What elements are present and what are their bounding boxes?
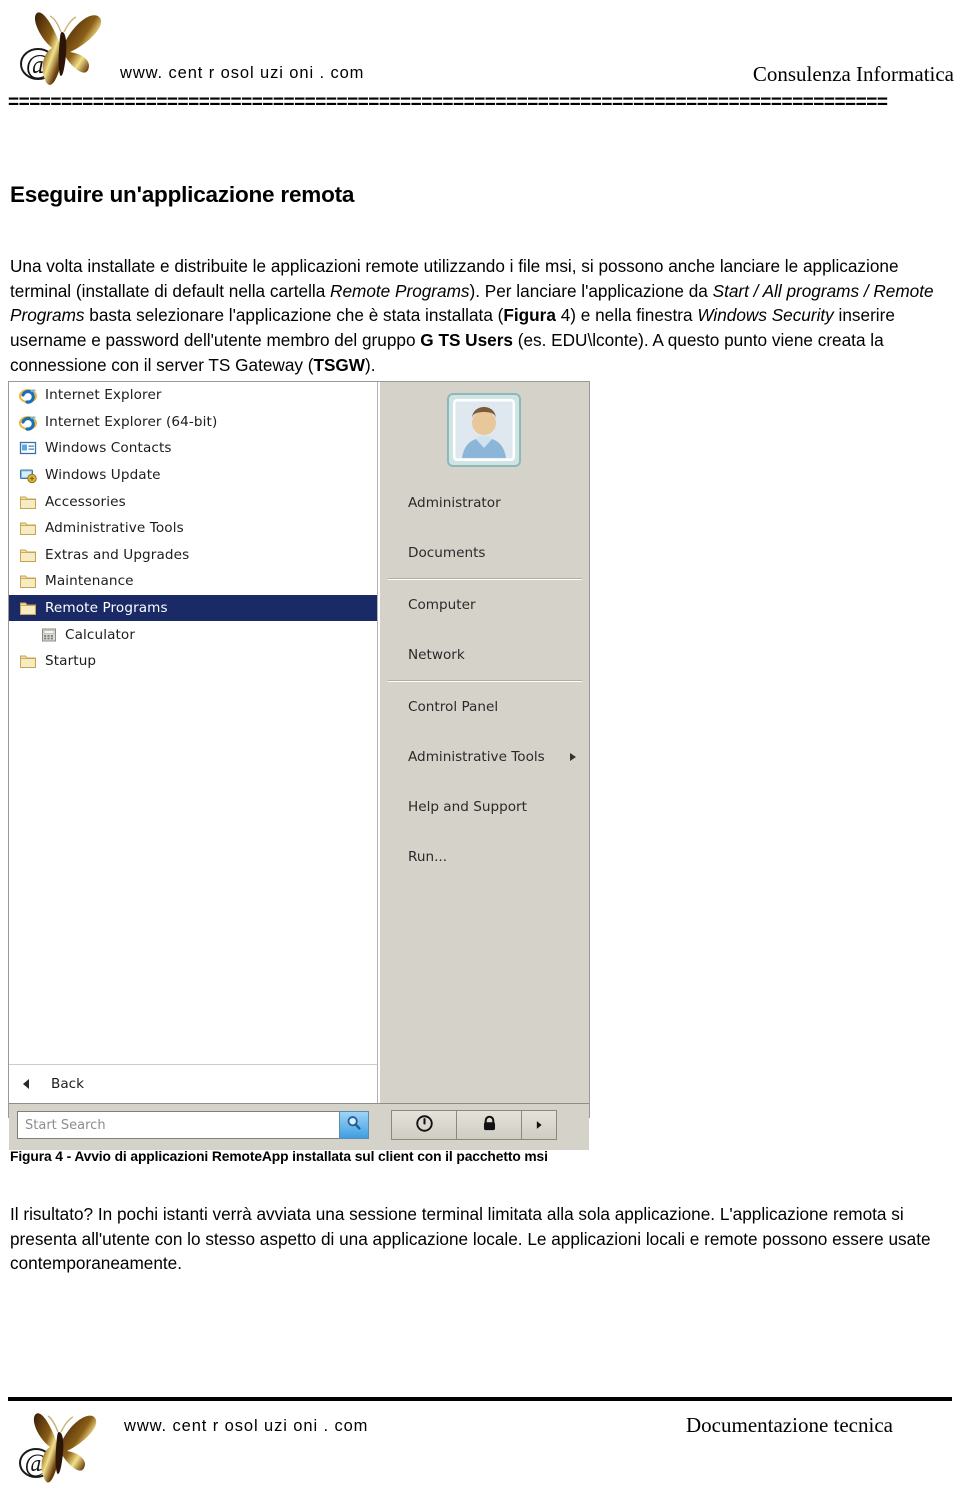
program-item-startup[interactable]: Startup: [9, 648, 377, 675]
start-menu-panes: Internet Explorer Internet Explorer (64-…: [9, 382, 589, 1064]
program-item-label: Startup: [45, 653, 97, 670]
footer-tagline: Documentazione tecnica: [686, 1413, 893, 1437]
folder-icon: [19, 572, 37, 590]
program-item-label: Remote Programs: [45, 600, 168, 617]
program-item-label: Extras and Upgrades: [45, 546, 190, 563]
program-item-label: Internet Explorer: [45, 387, 162, 404]
power-button[interactable]: [391, 1110, 457, 1140]
right-pane-item-help-and-support[interactable]: Help and Support: [380, 782, 590, 832]
search-button[interactable]: [339, 1111, 369, 1139]
lock-button[interactable]: [456, 1110, 522, 1140]
search-input[interactable]: Start Search: [17, 1111, 339, 1139]
chevron-right-icon: [570, 753, 576, 761]
program-item-label: Maintenance: [45, 573, 134, 590]
footer-separator-rule: [8, 1397, 952, 1401]
program-item-label: Windows Update: [45, 467, 161, 484]
header-website-url: www. cent r osol uzi oni . com: [120, 64, 365, 82]
right-pane-item-administrative-tools[interactable]: Administrative Tools: [380, 732, 590, 782]
page-title: Eseguire un'applicazione remota: [10, 182, 355, 208]
program-item-remote-programs[interactable]: Remote Programs: [9, 594, 377, 622]
start-menu-screenshot: Internet Explorer Internet Explorer (64-…: [8, 381, 590, 1150]
right-pane-item-documents[interactable]: Documents: [380, 528, 590, 578]
padlock-icon: [480, 1114, 499, 1137]
right-pane-item-label: Administrative Tools: [408, 749, 545, 765]
windows-contacts-icon: [19, 439, 37, 457]
right-pane-filler: [379, 1064, 589, 1103]
folder-icon: [19, 519, 37, 537]
power-options-group[interactable]: [391, 1110, 557, 1140]
right-pane-item-control-panel[interactable]: Control Panel: [380, 682, 590, 732]
program-item-administrative-tools[interactable]: Administrative Tools: [9, 515, 377, 542]
right-pane-item-network[interactable]: Network: [380, 630, 590, 680]
calculator-icon: [41, 627, 57, 643]
program-item-label: Internet Explorer (64-bit): [45, 413, 218, 430]
left-triangle-icon: [23, 1079, 29, 1089]
folder-icon: [19, 493, 37, 511]
program-item-label: Accessories: [45, 493, 126, 510]
all-programs-list[interactable]: Internet Explorer Internet Explorer (64-…: [9, 382, 378, 1064]
right-triangle-icon: [533, 1116, 545, 1135]
butterfly-at-logo: @: [14, 4, 112, 94]
right-pane-item-label: Run...: [408, 849, 448, 865]
program-item-label: Administrative Tools: [45, 520, 184, 537]
power-icon: [415, 1114, 434, 1137]
start-menu-right-pane: Administrator Documents Computer Network…: [379, 382, 589, 1064]
start-menu-bottom-bar: Start Search: [9, 1103, 589, 1150]
butterfly-at-logo: @: [14, 1405, 106, 1491]
right-pane-item-label: Documents: [408, 545, 486, 561]
folder-icon: [19, 599, 37, 617]
program-item-label: Calculator: [65, 626, 136, 643]
figure-caption: Figura 4 - Avvio di applicazioni RemoteA…: [10, 1149, 548, 1164]
program-item-accessories[interactable]: Accessories: [9, 488, 377, 515]
right-pane-item-label: Administrator: [408, 495, 501, 511]
internet-explorer-icon: [19, 413, 37, 431]
program-item-maintenance[interactable]: Maintenance: [9, 568, 377, 595]
program-item-internet-explorer-64[interactable]: Internet Explorer (64-bit): [9, 409, 377, 436]
right-pane-item-administrator[interactable]: Administrator: [380, 478, 590, 528]
program-item-windows-contacts[interactable]: Windows Contacts: [9, 435, 377, 462]
page-header: @ www. cent r osol uzi oni . com Consule…: [0, 0, 960, 132]
program-item-internet-explorer[interactable]: Internet Explorer: [9, 382, 377, 409]
header-separator-rule: ========================================…: [8, 96, 888, 110]
right-pane-item-label: Control Panel: [408, 699, 499, 715]
right-pane-menu[interactable]: Administrator Documents Computer Network…: [380, 478, 590, 882]
back-label: Back: [51, 1076, 85, 1092]
windows-update-icon: [19, 466, 37, 484]
internet-explorer-icon: [19, 386, 37, 404]
program-item-calculator[interactable]: Calculator: [9, 621, 377, 648]
folder-icon: [19, 546, 37, 564]
shutdown-options-button[interactable]: [521, 1110, 557, 1140]
start-search-group[interactable]: Start Search: [17, 1111, 369, 1139]
header-tagline: Consulenza Informatica: [752, 62, 954, 86]
program-item-extras-and-upgrades[interactable]: Extras and Upgrades: [9, 542, 377, 569]
footer-website-url: www. cent r osol uzi oni . com: [124, 1417, 369, 1435]
page-footer: @ www. cent r osol uzi oni . com Documen…: [0, 1381, 960, 1493]
intro-paragraph: Una volta installate e distribuite le ap…: [10, 256, 934, 375]
right-pane-item-label: Network: [408, 647, 465, 663]
program-item-label: Windows Contacts: [45, 440, 172, 457]
right-pane-item-label: Computer: [408, 597, 476, 613]
right-pane-item-computer[interactable]: Computer: [380, 580, 590, 630]
closing-paragraph: Il risultato? In pochi istanti verrà avv…: [10, 1204, 931, 1274]
folder-icon: [19, 652, 37, 670]
right-pane-item-run[interactable]: Run...: [380, 832, 590, 882]
back-button[interactable]: Back: [9, 1064, 378, 1103]
right-pane-item-label: Help and Support: [408, 799, 527, 815]
user-avatar-icon[interactable]: [446, 392, 522, 468]
search-magnifier-icon: [345, 1114, 363, 1136]
program-item-windows-update[interactable]: Windows Update: [9, 462, 377, 489]
